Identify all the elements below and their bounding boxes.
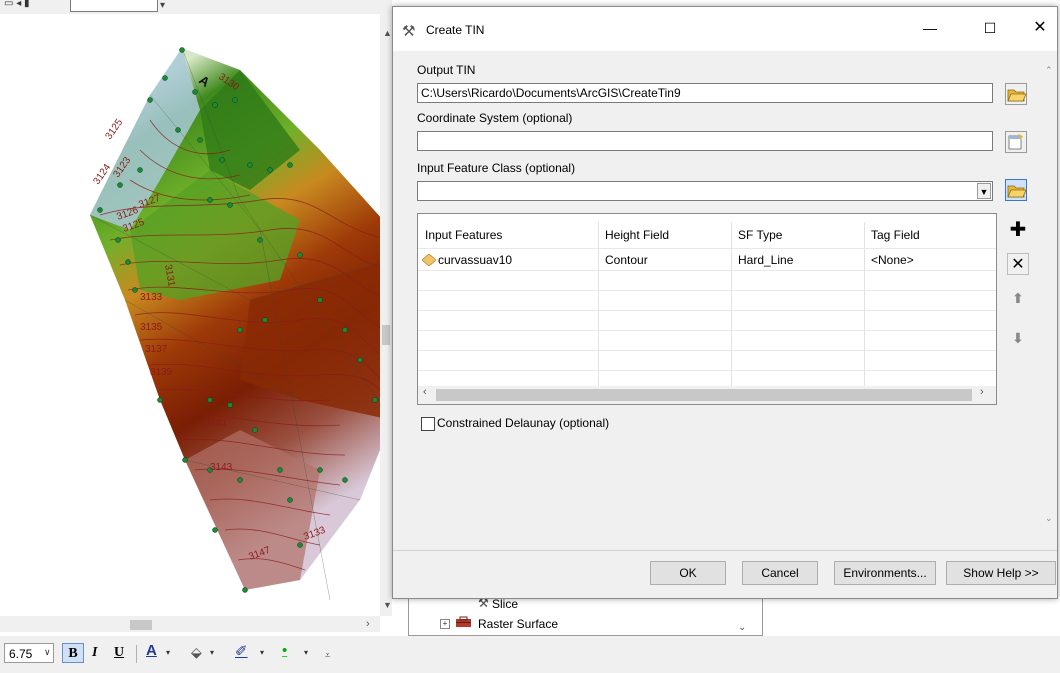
minimize-button[interactable]: — [908, 13, 952, 43]
add-row-button[interactable]: ✚ [1007, 219, 1029, 241]
cell-sf-type[interactable]: Hard_Line [731, 250, 864, 270]
constrained-delaunay-label: Constrained Delaunay (optional) [437, 416, 610, 430]
tree-panel-border [762, 598, 763, 636]
expand-plus-icon[interactable]: + [440, 619, 450, 629]
line-color-icon[interactable]: ✐ [235, 642, 248, 660]
move-down-icon[interactable]: ⬇ [1007, 327, 1029, 349]
underline-button[interactable]: U [114, 645, 124, 661]
output-tin-label: Output TIN [417, 63, 476, 77]
dialog-titlebar[interactable]: ⚒ Create TIN — ☐ ✕ [393, 7, 1057, 51]
coordinate-system-label: Coordinate System (optional) [417, 111, 573, 125]
show-help-button[interactable]: Show Help >> [946, 561, 1056, 585]
chevron-down-icon[interactable]: ⌄ [738, 622, 746, 633]
column-header-sf-type[interactable]: SF Type [731, 222, 864, 248]
environments-button[interactable]: Environments... [834, 561, 936, 585]
svg-text:3141: 3141 [205, 418, 228, 429]
maximize-button[interactable]: ☐ [968, 13, 1012, 43]
svg-text:3135: 3135 [140, 322, 163, 333]
create-tin-dialog: ⚒ Create TIN — ☐ ✕ Output TIN C:\Users\R… [392, 6, 1058, 599]
coordinate-system-field[interactable] [417, 131, 993, 151]
font-color-icon[interactable]: A [146, 642, 157, 659]
cancel-button[interactable]: Cancel [742, 561, 818, 585]
row-divider [418, 330, 996, 331]
scroll-right-icon[interactable]: › [366, 618, 370, 630]
toolbar-separator [136, 645, 137, 663]
scroll-right-icon[interactable]: › [980, 386, 984, 398]
row-divider [418, 310, 996, 311]
chevron-down-icon[interactable]: ▾ [260, 648, 264, 657]
chevron-down-icon[interactable]: ▾ [166, 648, 170, 657]
column-header-tag-field[interactable]: Tag Field [864, 222, 996, 248]
column-divider [864, 222, 865, 386]
svg-text:3133: 3133 [140, 292, 163, 303]
column-header-input-features[interactable]: Input Features [418, 222, 598, 248]
chevron-down-icon[interactable]: ∨ [44, 647, 51, 658]
svg-text:3139: 3139 [150, 367, 173, 378]
svg-text:3125: 3125 [103, 117, 125, 142]
fill-color-icon[interactable]: ⬙ [191, 644, 202, 661]
input-feature-class-select[interactable] [417, 181, 993, 201]
cell-height-field[interactable]: Contour [598, 250, 731, 270]
italic-button[interactable]: I [92, 645, 97, 661]
move-up-icon[interactable]: ⬆ [1007, 287, 1029, 309]
spatial-reference-icon[interactable] [1005, 131, 1027, 153]
map-vertical-scrollbar[interactable] [380, 14, 392, 616]
chevron-down-icon[interactable]: ▾ [160, 0, 165, 11]
scroll-down-icon[interactable]: ▼ [383, 600, 392, 610]
close-button[interactable]: ✕ [1023, 13, 1057, 43]
svg-text:3137: 3137 [145, 344, 168, 355]
map-hscroll-thumb[interactable] [130, 620, 152, 630]
chevron-down-icon[interactable]: ⌄ [1045, 513, 1053, 524]
map-view[interactable]: 3130 3125 3124 3123 3127 3126 3125 3131 … [0, 0, 392, 632]
folder-open-icon[interactable] [1005, 83, 1027, 105]
svg-text:3143: 3143 [210, 462, 233, 473]
map-top-toolbar [0, 0, 392, 14]
chevron-down-icon[interactable]: ▾ [304, 648, 308, 657]
column-divider [598, 222, 599, 386]
cell-input-features[interactable]: curvassuav10 [431, 250, 598, 270]
scroll-up-icon[interactable]: ▲ [383, 28, 392, 38]
map-horizontal-scrollbar[interactable] [0, 616, 380, 632]
delete-row-button[interactable]: ✕ [1007, 253, 1029, 275]
input-features-table[interactable]: Input Features Height Field SF Type Tag … [417, 213, 997, 405]
dialog-title: Create TIN [426, 23, 485, 37]
column-divider [731, 222, 732, 386]
draw-text-toolbar [0, 636, 1060, 673]
bold-button[interactable]: B [62, 643, 84, 663]
table-hscroll-thumb[interactable] [436, 389, 972, 401]
tree-item-raster-surface[interactable]: Raster Surface [478, 617, 558, 631]
column-header-height-field[interactable]: Height Field [598, 222, 731, 248]
map-toolbar-icons[interactable]: ▭ ◂ ▮ [4, 0, 30, 9]
tree-item-slice[interactable]: Slice [492, 597, 518, 611]
map-vscroll-thumb[interactable] [382, 325, 390, 345]
tin-map-canvas: 3130 3125 3124 3123 3127 3126 3125 3131 … [89, 47, 392, 601]
row-divider [418, 350, 996, 351]
chevron-up-icon[interactable]: ⌃ [1045, 65, 1053, 76]
hammer-icon: ⚒ [402, 23, 416, 40]
chevron-down-icon[interactable]: ▾ [210, 648, 214, 657]
cell-tag-field[interactable]: <None> [864, 250, 996, 270]
footer-divider [393, 550, 1057, 551]
row-divider [418, 370, 996, 371]
toolbox-icon [456, 616, 471, 627]
marker-color-icon[interactable]: • [282, 642, 287, 659]
folder-open-icon[interactable] [1005, 179, 1027, 201]
output-tin-field[interactable]: C:\Users\Ricardo\Documents\ArcGIS\Create… [417, 83, 993, 103]
chevron-down-icon[interactable]: ▼ [977, 183, 991, 199]
row-divider [418, 290, 996, 291]
row-divider [418, 248, 996, 249]
constrained-delaunay-checkbox[interactable] [421, 417, 435, 431]
row-divider [418, 270, 996, 271]
toolbar-overflow-icon[interactable]: ⩡ [325, 650, 330, 661]
ok-button[interactable]: OK [650, 561, 726, 585]
scroll-left-icon[interactable]: ‹ [423, 386, 427, 398]
input-feature-class-label: Input Feature Class (optional) [417, 161, 576, 175]
dialog-vertical-scrollbar[interactable] [1045, 52, 1057, 552]
map-scale-input[interactable] [70, 0, 158, 12]
